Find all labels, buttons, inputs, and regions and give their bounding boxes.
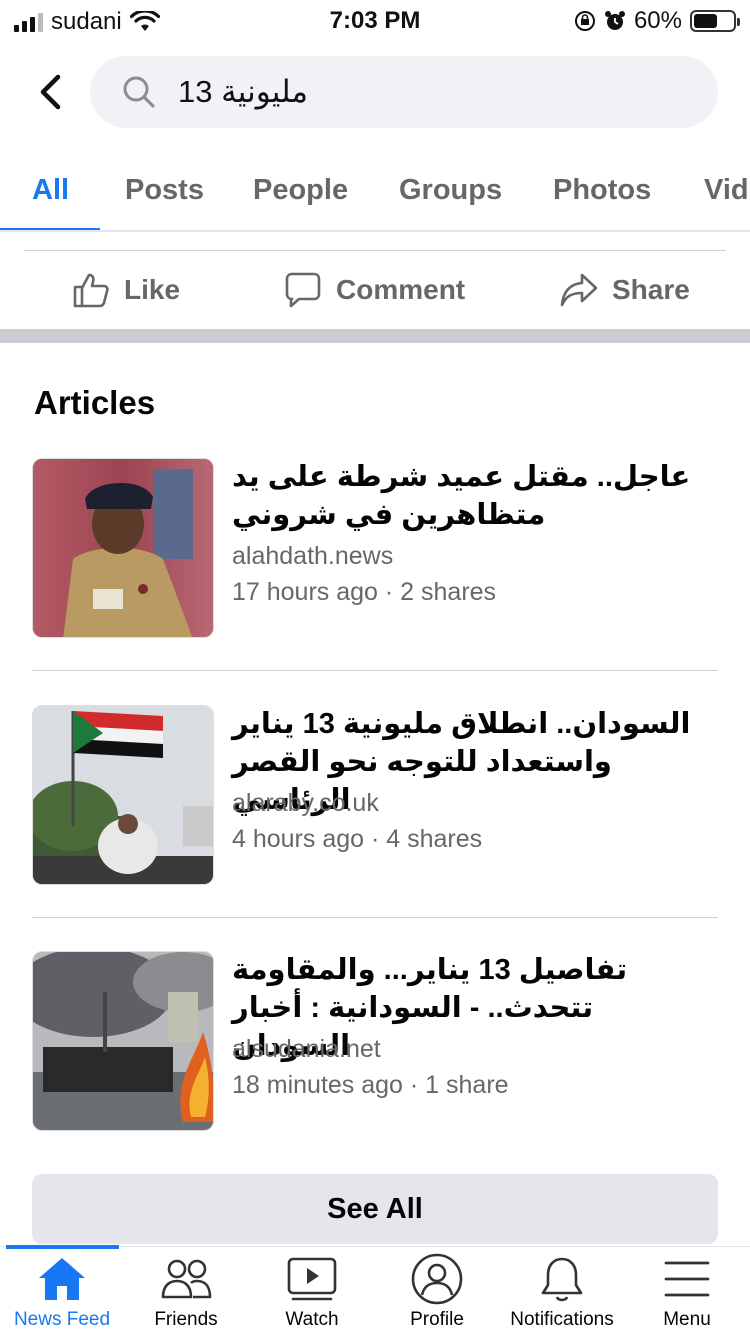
article-meta: 17 hours ago · 2 shares	[232, 578, 497, 606]
profile-icon	[411, 1253, 463, 1305]
active-nav-indicator	[6, 1245, 119, 1249]
search-filter-tabs: All Posts People Groups Photos Vid	[0, 150, 750, 232]
article-meta: 4 hours ago · 4 shares	[232, 825, 483, 853]
article-item[interactable]: السودان.. انطلاق مليونية 13 يناير واستعد…	[32, 705, 718, 887]
nav-label: Notifications	[510, 1309, 614, 1330]
status-bar: sudani 7:03 PM 60%	[0, 0, 750, 40]
comment-label: Comment	[336, 274, 466, 305]
nav-label: Menu	[663, 1309, 711, 1330]
nav-label: News Feed	[13, 1309, 111, 1330]
article-item[interactable]: تفاصيل 13 يناير... والمقاومة تتحدث.. - ا…	[32, 951, 718, 1133]
comment-button[interactable]: Comment	[284, 271, 465, 309]
divider	[32, 917, 718, 918]
thumbs-up-icon	[73, 273, 109, 308]
search-input[interactable]: مليونية 13	[90, 56, 718, 128]
like-label: Like	[124, 274, 181, 305]
article-thumbnail	[32, 458, 214, 638]
article-domain: alsudania.net	[232, 1035, 381, 1063]
chevron-left-icon	[40, 74, 61, 110]
article-title: عاجل.. مقتل عميد شرطة على يد متظاهرين في…	[232, 461, 691, 531]
nav-label: Profile	[410, 1309, 464, 1330]
friends-icon	[161, 1259, 212, 1299]
share-button[interactable]: Share	[560, 271, 690, 309]
tab-photos[interactable]: Photos	[553, 174, 651, 207]
see-all-button[interactable]: See All	[32, 1174, 718, 1244]
battery-percent: 60%	[633, 7, 682, 34]
tab-people[interactable]: People	[253, 174, 348, 207]
like-button[interactable]: Like	[72, 271, 180, 309]
article-thumbnail	[32, 705, 214, 885]
nav-label: Watch	[285, 1309, 339, 1330]
article-domain: alahdath.news	[232, 542, 394, 570]
tab-posts[interactable]: Posts	[125, 174, 204, 207]
nav-menu[interactable]: Menu	[625, 1253, 749, 1331]
watch-icon	[287, 1257, 337, 1301]
nav-profile[interactable]: Profile	[375, 1253, 499, 1331]
bottom-navigation: News Feed Friends Watch Profile Notifica…	[0, 1245, 750, 1334]
post-actions: Like Comment Share	[24, 250, 726, 332]
section-separator	[0, 329, 750, 343]
menu-icon	[664, 1261, 710, 1297]
battery-icon	[690, 10, 740, 32]
nav-label: Friends	[154, 1309, 218, 1330]
nav-notifications[interactable]: Notifications	[500, 1253, 624, 1331]
articles-heading: Articles	[34, 384, 156, 421]
home-icon	[39, 1258, 85, 1300]
nav-news-feed[interactable]: News Feed	[0, 1253, 124, 1331]
nav-watch[interactable]: Watch	[250, 1253, 374, 1331]
tab-videos[interactable]: Vid	[704, 174, 749, 207]
share-label: Share	[612, 274, 690, 305]
tab-groups[interactable]: Groups	[399, 174, 502, 207]
bell-icon	[541, 1257, 583, 1302]
search-icon	[123, 76, 155, 108]
alarm-icon	[604, 11, 625, 30]
back-button[interactable]	[30, 70, 70, 114]
tab-all[interactable]: All	[32, 174, 69, 207]
rotation-lock-icon	[574, 11, 595, 31]
article-meta: 18 minutes ago · 1 share	[232, 1071, 509, 1099]
article-item[interactable]: عاجل.. مقتل عميد شرطة على يد متظاهرين في…	[32, 458, 718, 640]
article-domain: alaraby.co.uk	[232, 789, 379, 817]
nav-friends[interactable]: Friends	[124, 1253, 248, 1331]
status-right: 60%	[574, 7, 740, 35]
active-tab-indicator	[0, 228, 100, 230]
article-thumbnail	[32, 951, 214, 1131]
share-icon	[560, 273, 598, 307]
divider	[32, 670, 718, 671]
search-query: مليونية 13	[178, 74, 308, 109]
comment-icon	[285, 272, 321, 308]
